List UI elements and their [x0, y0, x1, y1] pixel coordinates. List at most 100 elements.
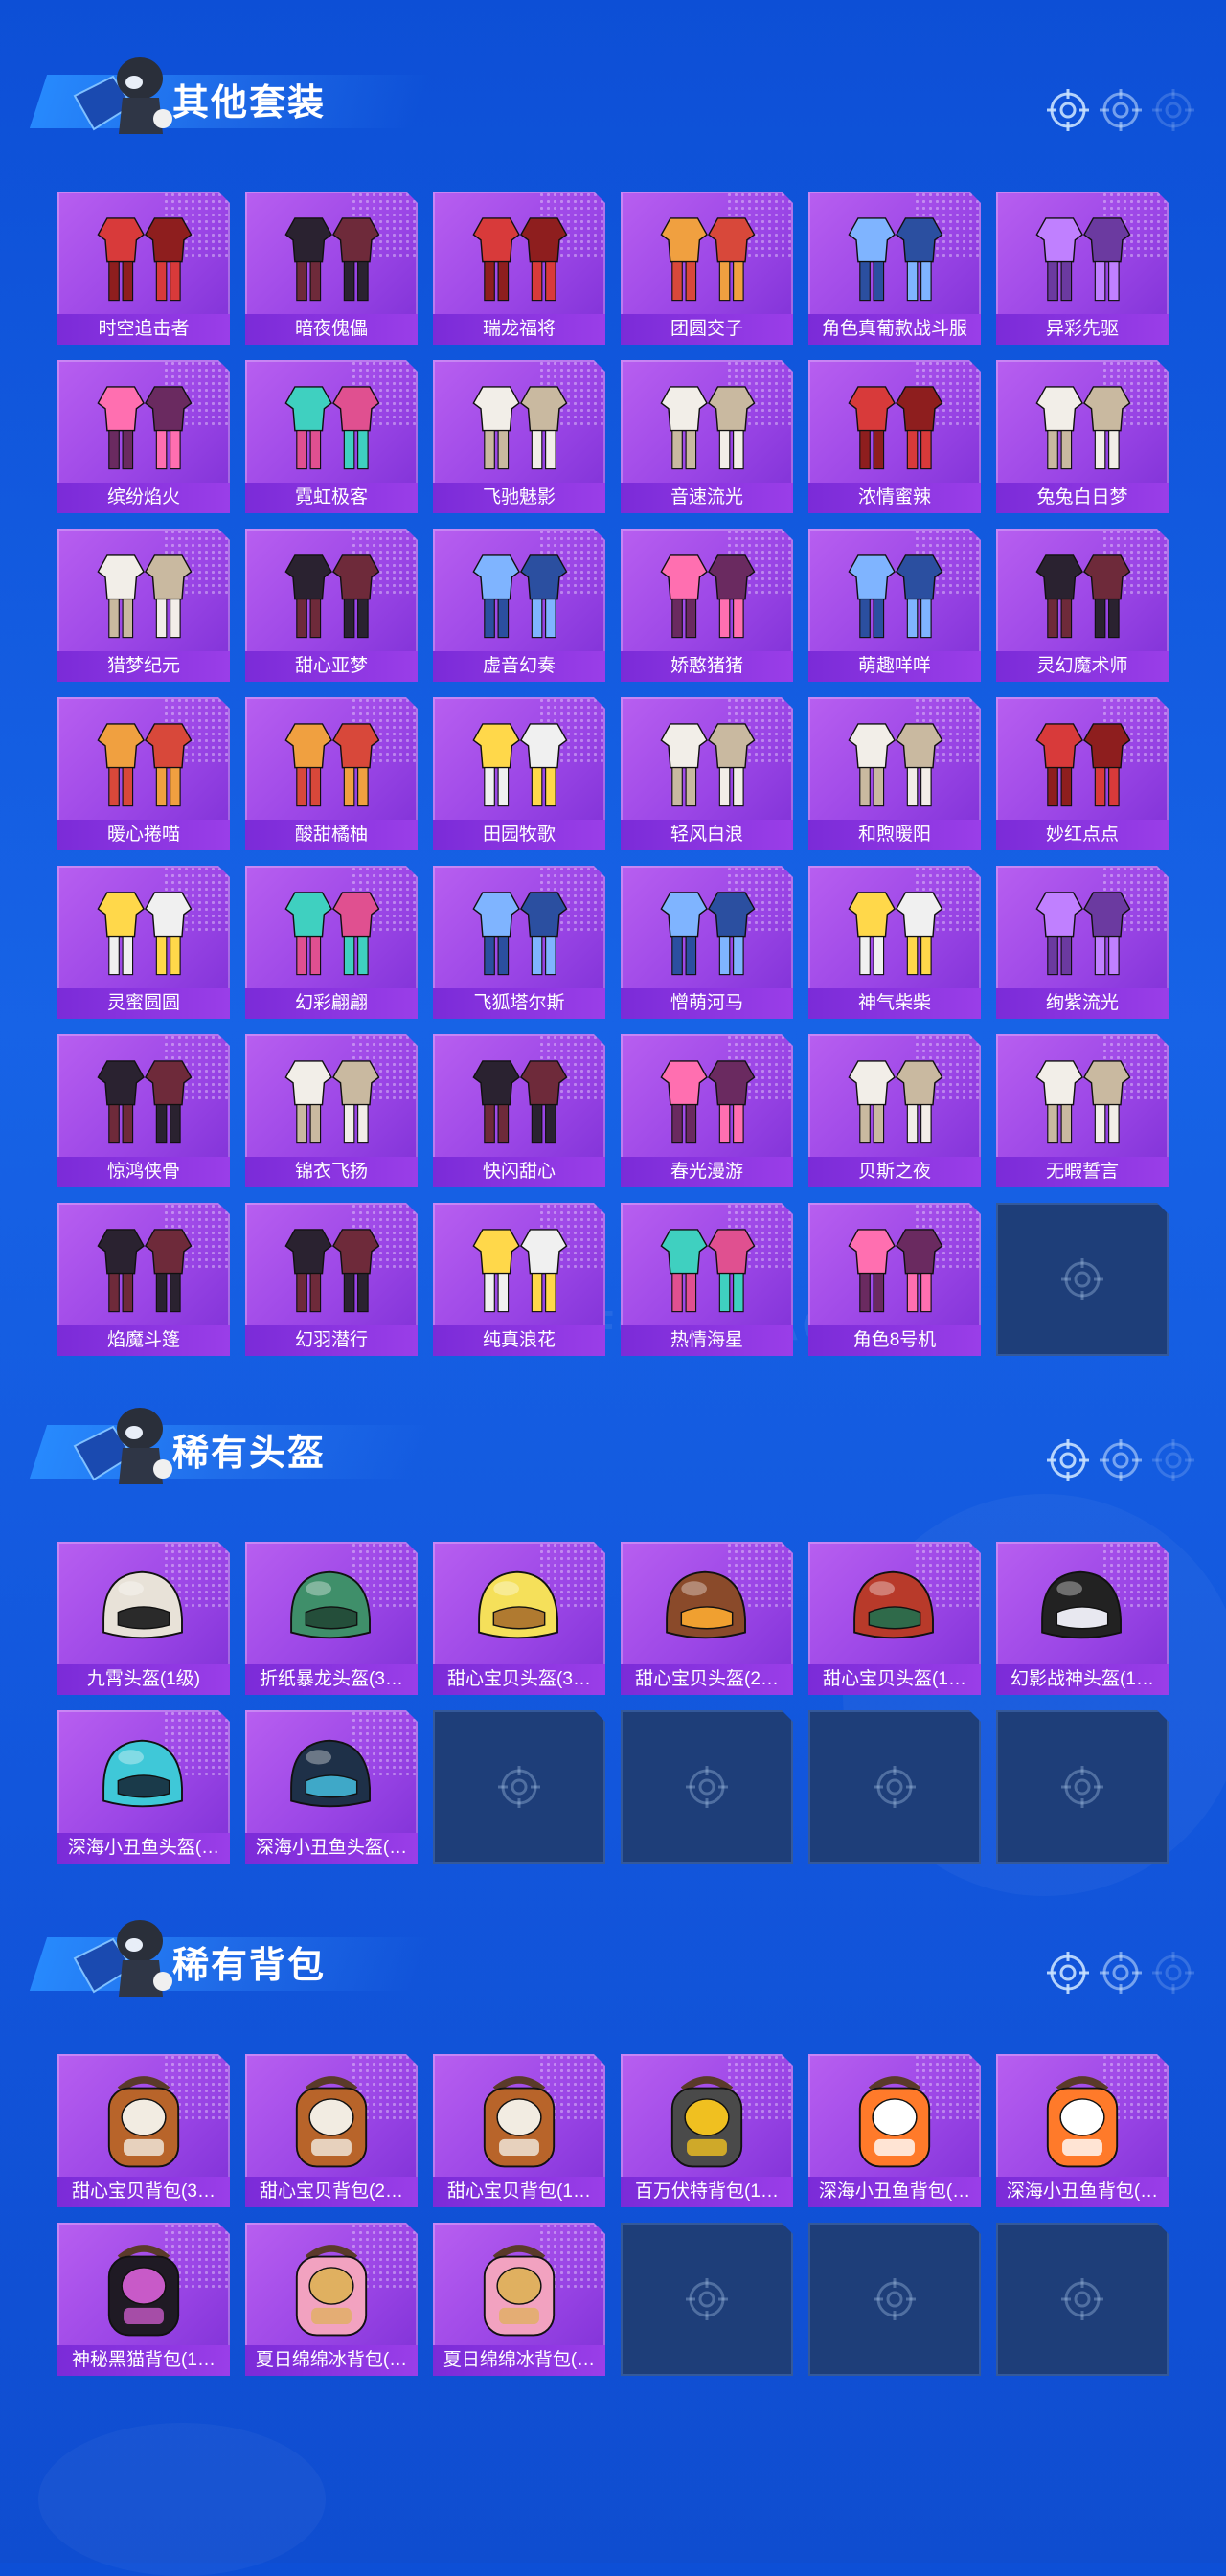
item-card[interactable]: 瑞龙福将: [433, 192, 605, 345]
item-card[interactable]: 深海小丑鱼头盔(…: [245, 1710, 418, 1864]
item-card[interactable]: 灵幻魔术师: [996, 529, 1169, 682]
item-card[interactable]: 憎萌河马: [621, 866, 793, 1019]
outfit-image: [472, 1229, 568, 1313]
outfit-image: [848, 217, 943, 302]
outfit-image: [848, 386, 943, 470]
item-label: 幻彩翩翩: [245, 988, 418, 1019]
outfit-image: [1035, 723, 1131, 807]
item-card[interactable]: 和煦暖阳: [808, 697, 981, 850]
item-label: 飞驰魅影: [433, 483, 605, 513]
outfit-image: [848, 1060, 943, 1144]
item-card[interactable]: 幻羽潜行: [245, 1203, 418, 1356]
section-title: 稀有背包: [172, 1946, 327, 1986]
item-card[interactable]: 兔兔白日梦: [996, 360, 1169, 513]
backpack-image: [483, 2245, 556, 2337]
item-card[interactable]: 深海小丑鱼头盔(…: [57, 1710, 230, 1864]
item-card[interactable]: 灵蜜圆圆: [57, 866, 230, 1019]
item-card[interactable]: 霓虹极客: [245, 360, 418, 513]
item-card[interactable]: 萌趣咩咩: [808, 529, 981, 682]
item-card[interactable]: 甜心宝贝头盔(1…: [808, 1542, 981, 1695]
item-card[interactable]: 虚音幻奏: [433, 529, 605, 682]
item-card[interactable]: 甜心宝贝头盔(3…: [433, 1542, 605, 1695]
item-card[interactable]: 轻风白浪: [621, 697, 793, 850]
item-card[interactable]: 娇憨猪猪: [621, 529, 793, 682]
backpack-image: [483, 2076, 556, 2168]
item-card[interactable]: 猎梦纪元: [57, 529, 230, 682]
section-title: 稀有头盔: [172, 1434, 327, 1474]
outfit-image: [97, 723, 193, 807]
backpack-image: [1046, 2076, 1119, 2168]
item-label: 深海小丑鱼头盔(…: [245, 1833, 418, 1864]
item-card[interactable]: 夏日绵绵冰背包(…: [245, 2223, 418, 2376]
outfit-image: [660, 217, 756, 302]
item-card[interactable]: 音速流光: [621, 360, 793, 513]
outfit-image: [472, 217, 568, 302]
crosshair-icon: [686, 2278, 728, 2320]
item-label: 夏日绵绵冰背包(…: [245, 2345, 418, 2376]
outfit-image: [660, 554, 756, 639]
item-card[interactable]: 飞狐塔尔斯: [433, 866, 605, 1019]
item-card[interactable]: 快闪甜心: [433, 1034, 605, 1187]
item-card[interactable]: 时空追击者: [57, 192, 230, 345]
outfit-image: [660, 723, 756, 807]
crosshair-icon: [1061, 1258, 1103, 1300]
item-card[interactable]: 暗夜傀儡: [245, 192, 418, 345]
mascot-icon: [73, 1408, 172, 1484]
helmet-image: [102, 1739, 183, 1808]
item-card[interactable]: 深海小丑鱼背包(…: [996, 2054, 1169, 2207]
item-label: 幻影战神头盔(1…: [996, 1664, 1169, 1695]
item-card[interactable]: 春光漫游: [621, 1034, 793, 1187]
crosshair-icons: [1047, 1439, 1194, 1481]
item-label: 田园牧歌: [433, 820, 605, 850]
item-card[interactable]: 纯真浪花: [433, 1203, 605, 1356]
item-label: 瑞龙福将: [433, 314, 605, 345]
item-card[interactable]: 角色8号机: [808, 1203, 981, 1356]
item-card[interactable]: 神气柴柴: [808, 866, 981, 1019]
item-card[interactable]: 甜心宝贝头盔(2…: [621, 1542, 793, 1695]
item-card[interactable]: 浓情蜜辣: [808, 360, 981, 513]
item-card[interactable]: 焰魔斗篷: [57, 1203, 230, 1356]
item-card[interactable]: 飞驰魅影: [433, 360, 605, 513]
crosshair-icon: [498, 1766, 540, 1808]
outfit-image: [1035, 386, 1131, 470]
item-card[interactable]: 暖心捲喵: [57, 697, 230, 850]
item-card[interactable]: 无暇誓言: [996, 1034, 1169, 1187]
crosshair-icon: [686, 1766, 728, 1808]
item-label: 锦衣飞扬: [245, 1157, 418, 1187]
item-label: 夏日绵绵冰背包(…: [433, 2345, 605, 2376]
item-card[interactable]: 惊鸿侠骨: [57, 1034, 230, 1187]
item-card[interactable]: 田园牧歌: [433, 697, 605, 850]
item-card[interactable]: 绚紫流光: [996, 866, 1169, 1019]
item-label: 兔兔白日梦: [996, 483, 1169, 513]
item-card[interactable]: 异彩先驱: [996, 192, 1169, 345]
outfit-image: [1035, 554, 1131, 639]
item-card[interactable]: 锦衣飞扬: [245, 1034, 418, 1187]
backpack-image: [107, 2245, 180, 2337]
item-card[interactable]: 角色真葡款战斗服: [808, 192, 981, 345]
outfit-image: [472, 386, 568, 470]
item-card[interactable]: 神秘黑猫背包(1…: [57, 2223, 230, 2376]
outfit-image: [848, 723, 943, 807]
item-card[interactable]: 幻影战神头盔(1…: [996, 1542, 1169, 1695]
item-card[interactable]: 热情海星: [621, 1203, 793, 1356]
item-card[interactable]: 幻彩翩翩: [245, 866, 418, 1019]
item-label: 角色8号机: [808, 1325, 981, 1356]
item-card[interactable]: 酸甜橘柚: [245, 697, 418, 850]
item-card[interactable]: 百万伏特背包(1…: [621, 2054, 793, 2207]
item-card[interactable]: 团圆交子: [621, 192, 793, 345]
item-card[interactable]: 深海小丑鱼背包(…: [808, 2054, 981, 2207]
item-card[interactable]: 甜心宝贝背包(3…: [57, 2054, 230, 2207]
item-card[interactable]: 九霄头盔(1级): [57, 1542, 230, 1695]
item-card[interactable]: 甜心宝贝背包(2…: [245, 2054, 418, 2207]
item-label: 酸甜橘柚: [245, 820, 418, 850]
item-card[interactable]: 贝斯之夜: [808, 1034, 981, 1187]
item-card[interactable]: 妙红点点: [996, 697, 1169, 850]
item-label: 娇憨猪猪: [621, 651, 793, 682]
item-card[interactable]: 折纸暴龙头盔(3…: [245, 1542, 418, 1695]
item-card[interactable]: 甜心亚梦: [245, 529, 418, 682]
item-card[interactable]: 甜心宝贝背包(1…: [433, 2054, 605, 2207]
item-label: 甜心宝贝背包(1…: [433, 2177, 605, 2207]
item-card[interactable]: 夏日绵绵冰背包(…: [433, 2223, 605, 2376]
item-label: 甜心宝贝背包(2…: [245, 2177, 418, 2207]
item-card[interactable]: 缤纷焰火: [57, 360, 230, 513]
